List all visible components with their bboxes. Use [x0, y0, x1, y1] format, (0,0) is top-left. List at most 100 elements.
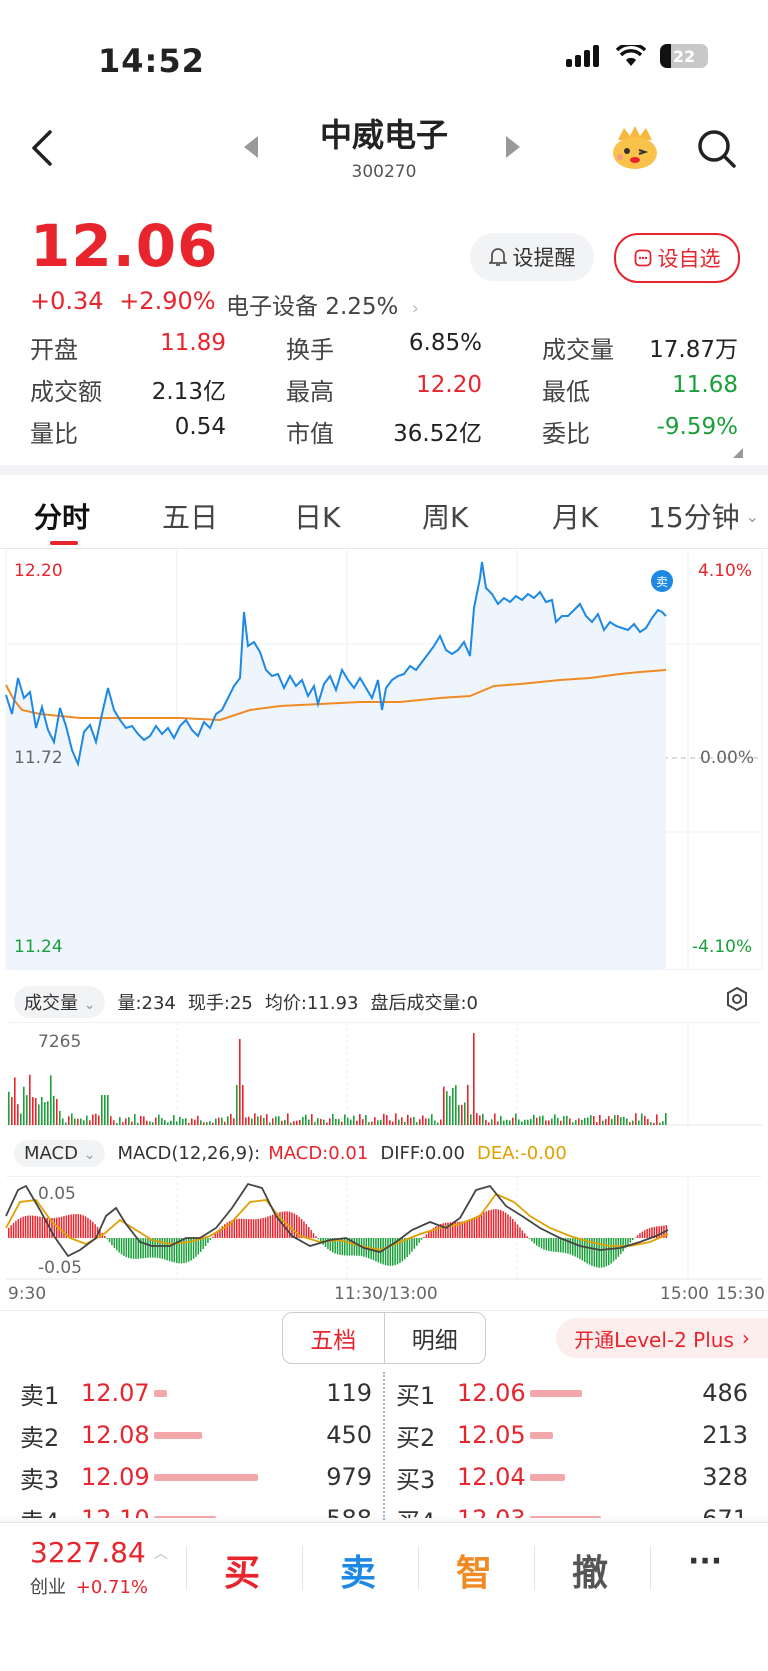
- chevron-down-icon: ⌄: [84, 1147, 96, 1163]
- macd-bar: [632, 1238, 634, 1240]
- volume-bar: [524, 1120, 526, 1125]
- tab-daily-k[interactable]: 日K: [294, 496, 340, 536]
- volume-bar: [143, 1116, 145, 1125]
- cancel-order-button[interactable]: 撤: [572, 1544, 608, 1596]
- volume-bar: [203, 1122, 205, 1125]
- volume-bar: [440, 1120, 442, 1125]
- macd-bar: [130, 1238, 132, 1259]
- set-alert-button[interactable]: 设提醒: [470, 233, 594, 281]
- macd-bar: [387, 1238, 389, 1266]
- volume-bar: [533, 1115, 535, 1125]
- tab-monthly-k[interactable]: 月K: [552, 496, 598, 536]
- tab-intraday[interactable]: 分时: [34, 496, 90, 536]
- macd-bar: [438, 1225, 440, 1238]
- macd-bar: [42, 1217, 44, 1238]
- level2-upgrade-button[interactable]: 开通Level-2 Plus ›: [556, 1318, 768, 1358]
- macd-bar: [584, 1238, 586, 1262]
- volume-bar: [104, 1095, 106, 1125]
- dea-value: DEA:-0.00: [477, 1143, 567, 1164]
- volume-indicator-selector[interactable]: 成交量 ⌄: [14, 986, 105, 1018]
- volume-bar: [185, 1118, 187, 1125]
- macd-bar: [639, 1233, 641, 1238]
- sell-marker[interactable]: 卖: [651, 570, 673, 592]
- sell-row: 卖2 12.08 450: [20, 1414, 372, 1456]
- volume-chart[interactable]: [0, 1022, 768, 1126]
- tab-weekly-k[interactable]: 周K: [422, 496, 468, 536]
- smart-button[interactable]: 智: [456, 1544, 492, 1596]
- macd-bar: [512, 1219, 514, 1238]
- expand-corner-icon[interactable]: [733, 448, 743, 458]
- volume-bar: [431, 1114, 433, 1125]
- macd-bar: [495, 1209, 497, 1238]
- next-stock-icon[interactable]: [506, 136, 520, 158]
- stat-item: 换手6.85%: [286, 330, 482, 365]
- index-widget[interactable]: 3227.84 ︿ 创业 +0.71%: [30, 1536, 180, 1599]
- volume-bar: [278, 1116, 280, 1125]
- macd-bar: [354, 1238, 356, 1256]
- volume-now: 量:234: [117, 989, 175, 1015]
- macd-bar: [514, 1222, 516, 1238]
- tab-trade-detail[interactable]: 明细: [385, 1313, 486, 1363]
- macd-bar: [162, 1238, 164, 1259]
- volume-bar: [485, 1120, 487, 1125]
- price-chart[interactable]: 卖: [0, 550, 768, 970]
- settings-gear-icon[interactable]: [724, 986, 750, 1012]
- search-icon[interactable]: [696, 128, 738, 170]
- volume-bar: [488, 1122, 490, 1125]
- level2-label: 开通Level-2 Plus: [574, 1324, 734, 1353]
- mascot-icon[interactable]: [610, 126, 660, 170]
- status-time: 14:52: [98, 42, 205, 80]
- stat-label: 最高: [286, 372, 334, 407]
- more-button[interactable]: ···: [688, 1544, 722, 1579]
- order-qty-bar: [154, 1432, 202, 1439]
- tab-five-day[interactable]: 五日: [162, 496, 218, 536]
- volume-bar: [95, 1114, 97, 1125]
- macd-bar: [169, 1238, 171, 1261]
- volume-bar: [332, 1114, 334, 1125]
- macd-bar: [435, 1226, 437, 1238]
- volume-bar: [209, 1121, 211, 1125]
- macd-chart[interactable]: [0, 1176, 768, 1280]
- sector-link[interactable]: 电子设备 2.25% ›: [226, 287, 419, 321]
- volume-bar: [458, 1105, 460, 1125]
- index-change: +0.71%: [76, 1577, 148, 1598]
- tab-15-minute[interactable]: 15分钟 ⌄: [648, 496, 759, 536]
- volume-bar: [386, 1115, 388, 1125]
- volume-bar: [578, 1118, 580, 1125]
- change-value: +0.34: [30, 287, 104, 315]
- stat-item: 委比-9.59%: [542, 414, 738, 449]
- macd-bar: [481, 1214, 483, 1238]
- macd-bar: [126, 1238, 128, 1257]
- macd-bar: [445, 1223, 447, 1238]
- volume-selector-label: 成交量: [24, 993, 78, 1014]
- volume-bar: [116, 1123, 118, 1125]
- add-watchlist-button[interactable]: 设自选: [614, 233, 740, 283]
- volume-bar: [662, 1121, 664, 1125]
- volume-bar: [581, 1120, 583, 1125]
- macd-bar: [522, 1230, 524, 1238]
- volume-bar: [251, 1119, 253, 1125]
- macd-info-row: MACD ⌄ MACD(12,26,9): MACD:0.01 DIFF:0.0…: [14, 1140, 567, 1167]
- chevron-right-icon: ›: [742, 1326, 750, 1350]
- order-qty: 486: [685, 1379, 748, 1407]
- tab-five-levels[interactable]: 五档: [283, 1313, 385, 1363]
- order-qty: 450: [309, 1421, 372, 1449]
- macd-bar: [90, 1220, 92, 1238]
- macd-bar: [649, 1228, 651, 1238]
- macd-bar: [174, 1238, 176, 1262]
- volume-bar: [449, 1096, 451, 1125]
- macd-indicator-selector[interactable]: MACD ⌄: [14, 1140, 105, 1167]
- volume-bar: [536, 1118, 538, 1125]
- sell-button[interactable]: 卖: [340, 1544, 376, 1596]
- volume-bar: [491, 1119, 493, 1125]
- macd-bar: [18, 1219, 20, 1238]
- volume-bar: [119, 1117, 121, 1125]
- add-watchlist-label: 设自选: [658, 243, 721, 273]
- macd-bar: [637, 1235, 639, 1238]
- volume-bar: [146, 1121, 148, 1125]
- macd-bar: [538, 1238, 540, 1247]
- macd-bar: [476, 1216, 478, 1238]
- macd-bar: [498, 1209, 500, 1238]
- volume-bar: [461, 1105, 463, 1125]
- buy-button[interactable]: 买: [224, 1544, 260, 1596]
